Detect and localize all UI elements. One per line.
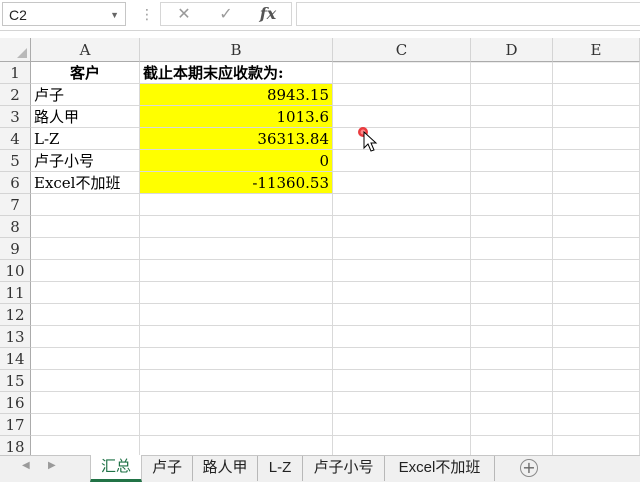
row-header[interactable]: 1 xyxy=(0,62,31,84)
formula-buttons: ✕ ✓ fx xyxy=(160,2,292,26)
gridlines xyxy=(31,62,640,455)
row-header[interactable]: 12 xyxy=(0,304,31,326)
column-header-b[interactable]: B xyxy=(140,38,333,62)
row-header[interactable]: 6 xyxy=(0,172,31,194)
sheet-tab[interactable]: 卢子 xyxy=(142,456,193,481)
select-all-icon xyxy=(17,48,27,58)
name-box[interactable]: C2 ▼ xyxy=(2,2,126,26)
row-header[interactable]: 4 xyxy=(0,128,31,150)
row-header[interactable]: 3 xyxy=(0,106,31,128)
row-header[interactable]: 8 xyxy=(0,216,31,238)
enter-icon[interactable]: ✓ xyxy=(211,3,241,25)
worksheet-grid: A B C D E 1 2 3 4 5 6 7 8 9 10 11 12 13 … xyxy=(0,38,640,455)
sheet-tab[interactable]: L-Z xyxy=(258,456,303,481)
formula-input[interactable] xyxy=(296,2,640,26)
row-header[interactable]: 18 xyxy=(0,436,31,455)
column-header-d[interactable]: D xyxy=(471,38,553,62)
cancel-icon[interactable]: ✕ xyxy=(169,3,199,25)
select-all-button[interactable] xyxy=(0,38,31,62)
formula-bar: C2 ▼ ⋮ ✕ ✓ fx xyxy=(0,0,640,31)
sheet-tab[interactable]: Excel不加班 xyxy=(385,456,495,481)
row-header[interactable]: 17 xyxy=(0,414,31,436)
add-sheet-button[interactable]: + xyxy=(520,459,538,477)
mouse-cursor-icon xyxy=(358,127,378,152)
sheet-tab[interactable]: 卢子小号 xyxy=(303,456,385,481)
column-header-a[interactable]: A xyxy=(31,38,140,62)
sheet-tab[interactable]: 路人甲 xyxy=(193,456,258,481)
row-header[interactable]: 2 xyxy=(0,84,31,106)
insert-function-button[interactable]: fx xyxy=(253,3,283,25)
column-header-c[interactable]: C xyxy=(333,38,471,62)
sheet-tab-summary[interactable]: 汇总 xyxy=(90,455,142,482)
row-header[interactable]: 5 xyxy=(0,150,31,172)
chevron-down-icon[interactable]: ▼ xyxy=(110,3,119,27)
scroll-left-icon[interactable]: ◀ xyxy=(22,460,30,471)
row-header[interactable]: 9 xyxy=(0,238,31,260)
row-header[interactable]: 13 xyxy=(0,326,31,348)
scroll-right-icon[interactable]: ▶ xyxy=(48,460,56,471)
row-header[interactable]: 16 xyxy=(0,392,31,414)
row-header[interactable]: 10 xyxy=(0,260,31,282)
sheet-tab-bar: ◀ ▶ 汇总 卢子 路人甲 L-Z 卢子小号 Excel不加班 + xyxy=(0,455,640,482)
row-header[interactable]: 14 xyxy=(0,348,31,370)
name-box-value: C2 xyxy=(9,7,27,23)
column-header-e[interactable]: E xyxy=(553,38,640,62)
row-header[interactable]: 15 xyxy=(0,370,31,392)
row-header[interactable]: 11 xyxy=(0,282,31,304)
row-header[interactable]: 7 xyxy=(0,194,31,216)
more-options-icon[interactable]: ⋮ xyxy=(140,6,154,24)
